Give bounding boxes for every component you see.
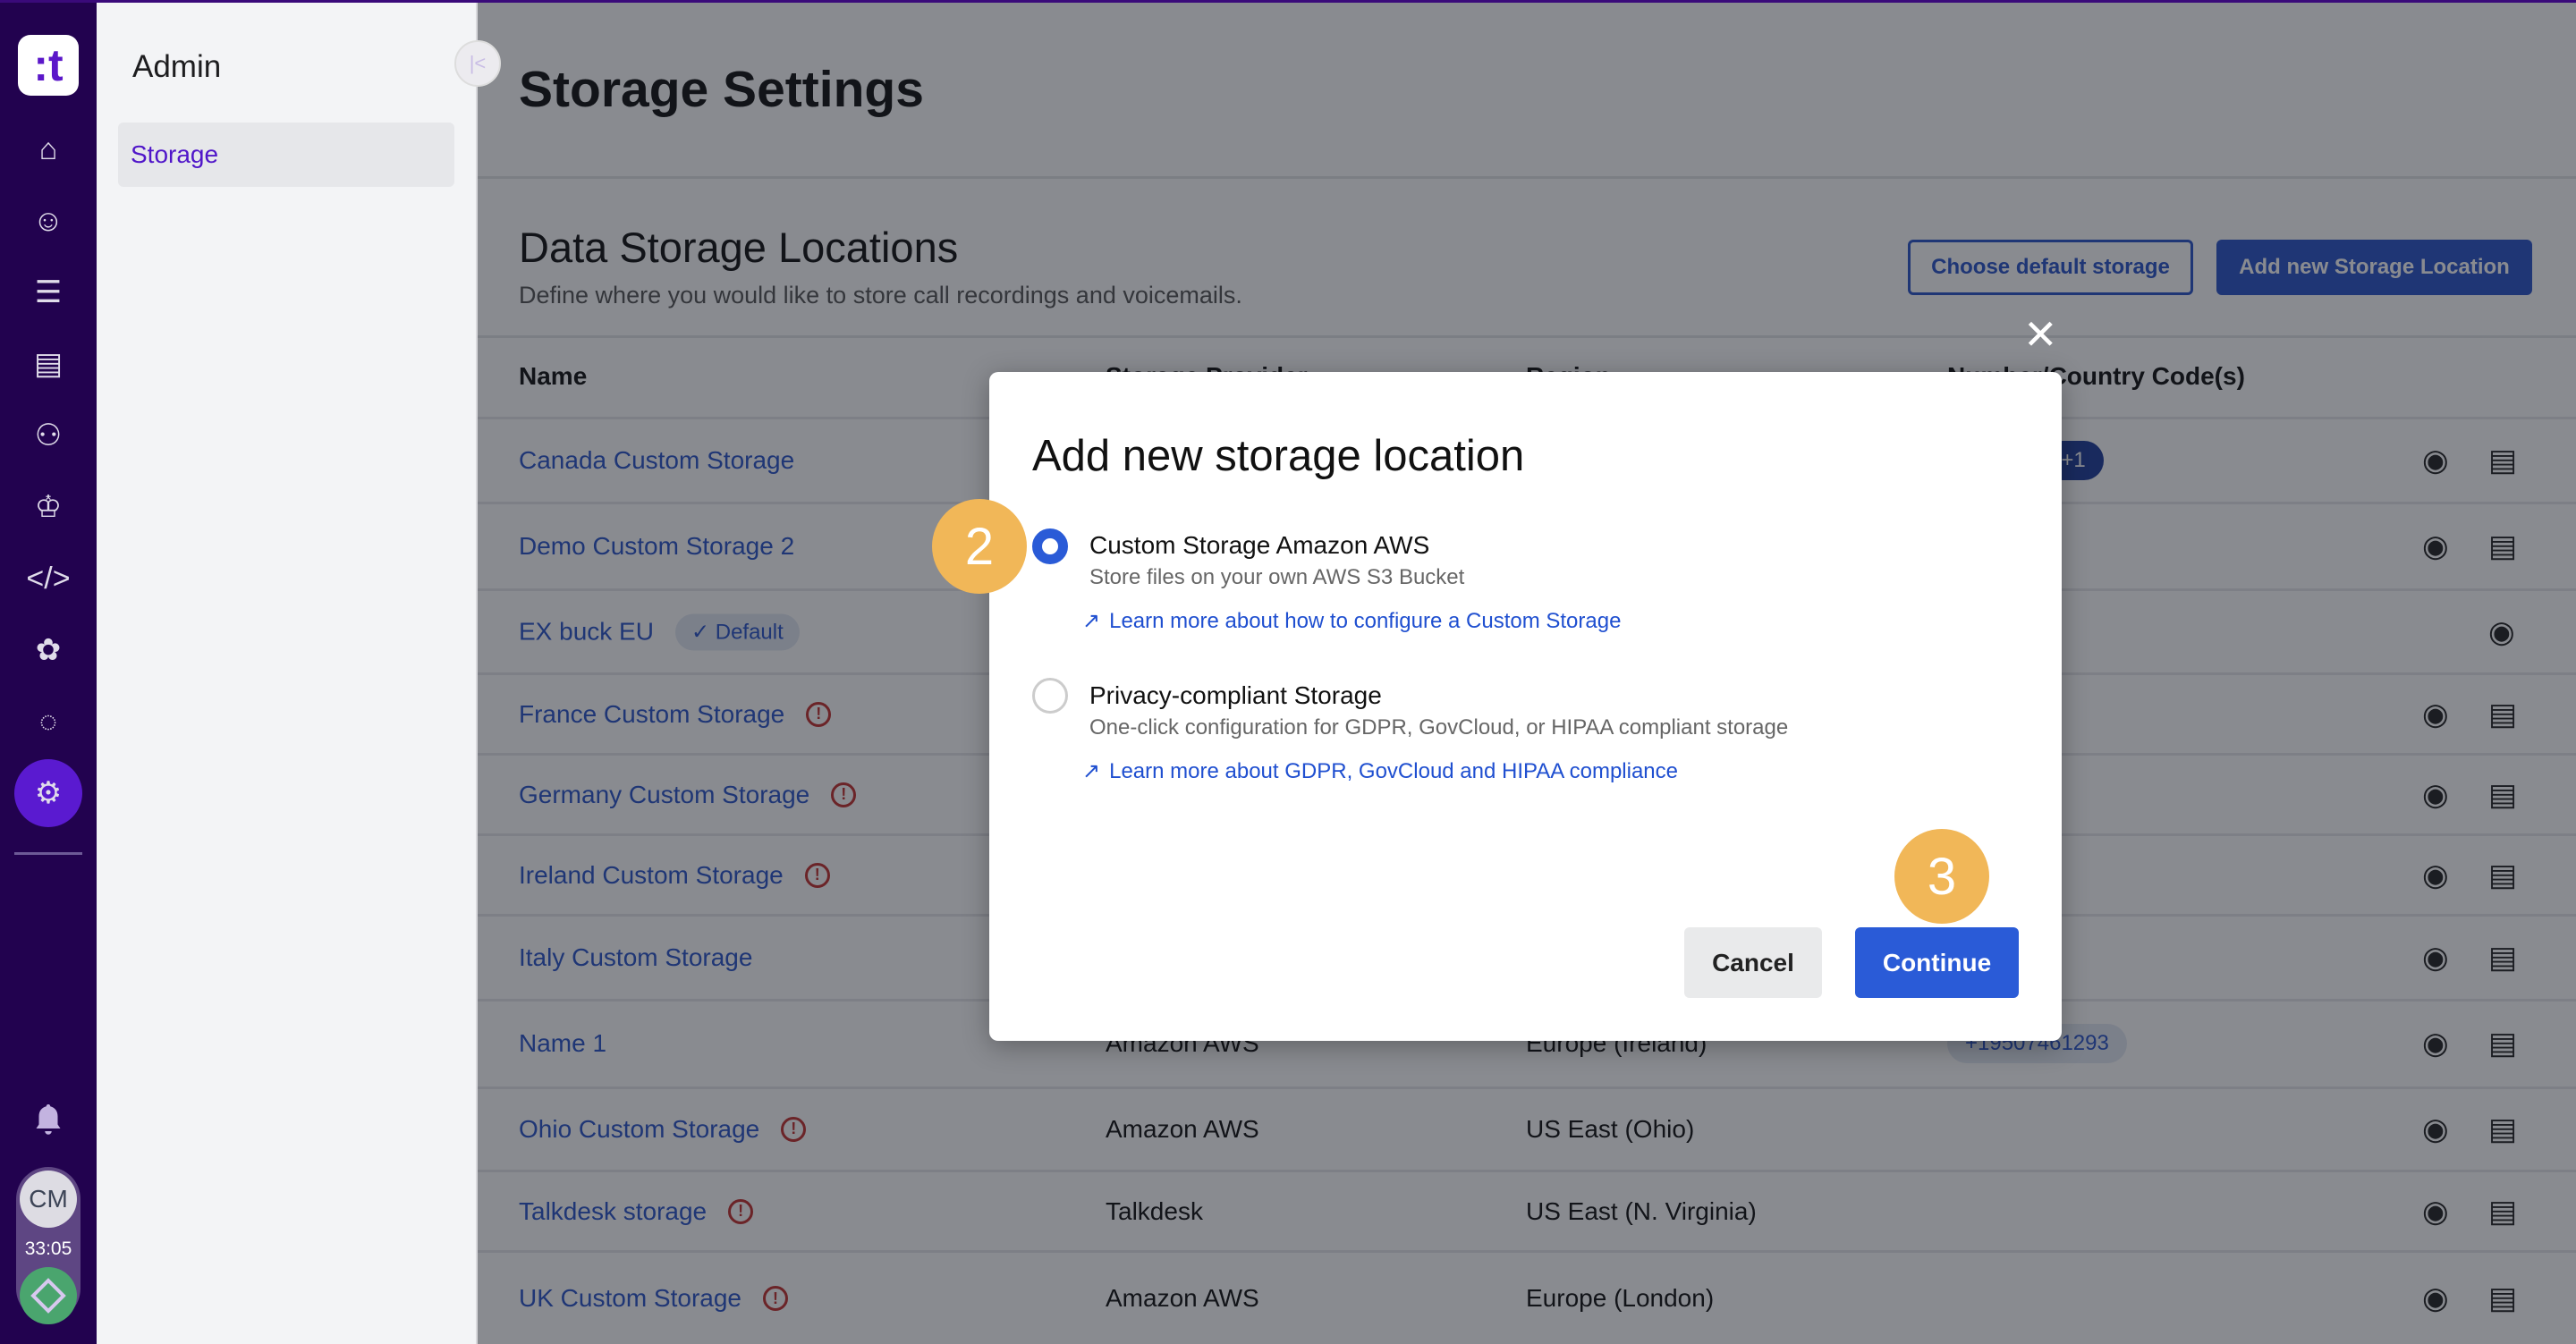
diamond-icon xyxy=(30,1278,66,1314)
clipboard-icon[interactable]: ▤ xyxy=(27,342,70,385)
talkdesk-logo[interactable]: :t xyxy=(18,35,79,96)
option-description: Store files on your own AWS S3 Bucket xyxy=(1089,565,1465,589)
admin-title: Admin xyxy=(132,49,222,84)
divider xyxy=(14,852,82,855)
agent-chat-icon[interactable]: ☺ xyxy=(27,199,70,242)
home-icon[interactable]: ⌂ xyxy=(27,128,70,171)
nav-rail: :t ⌂ ☺ ☰ ▤ ⚇ ♔ </> ✿ ◌ ⚙ CM 33:05 xyxy=(0,3,97,1344)
external-link-icon: ↗ xyxy=(1082,609,1101,633)
radio-custom-storage[interactable] xyxy=(1032,528,1068,564)
cancel-button[interactable]: Cancel xyxy=(1684,927,1822,998)
option-label[interactable]: Privacy-compliant Storage xyxy=(1089,681,1382,710)
trophy-icon[interactable]: ♔ xyxy=(27,486,70,528)
status-button[interactable] xyxy=(20,1267,77,1324)
link-text[interactable]: Learn more about GDPR, GovCloud and HIPA… xyxy=(1109,759,1678,784)
continue-button[interactable]: Continue xyxy=(1855,927,2019,998)
bell-icon[interactable] xyxy=(27,1099,70,1142)
close-icon[interactable]: ✕ xyxy=(2023,310,2058,359)
chat-bubble-icon[interactable]: ◌ xyxy=(27,700,70,743)
external-link-icon: ↗ xyxy=(1082,759,1101,783)
code-icon[interactable]: </> xyxy=(26,557,70,600)
step-annotation: 3 xyxy=(1894,829,1989,924)
sidebar-item-storage[interactable]: Storage xyxy=(118,123,454,187)
step-annotation: 2 xyxy=(932,499,1027,594)
add-storage-modal: Add new storage location Custom Storage … xyxy=(989,372,2062,1041)
users-icon[interactable]: ⚇ xyxy=(27,414,70,457)
learn-more-link[interactable]: ↗ Learn more about GDPR, GovCloud and HIP… xyxy=(1082,758,1678,784)
link-text[interactable]: Learn more about how to configure a Cust… xyxy=(1109,609,1621,634)
modal-title: Add new storage location xyxy=(1032,432,1525,480)
learn-more-link[interactable]: ↗ Learn more about how to configure a Cus… xyxy=(1082,608,1621,634)
session-timer: 33:05 xyxy=(24,1238,72,1259)
admin-sidebar: Admin Storage xyxy=(97,3,478,1344)
brain-icon[interactable]: ✿ xyxy=(27,629,70,672)
option-description: One-click configuration for GDPR, GovClo… xyxy=(1089,715,1789,740)
option-label[interactable]: Custom Storage Amazon AWS xyxy=(1089,531,1429,560)
collapse-icon: |< xyxy=(469,52,487,74)
avatar[interactable]: CM xyxy=(20,1171,77,1228)
settings-icon[interactable]: ⚙ xyxy=(14,759,82,827)
collapse-sidebar-button[interactable]: |< xyxy=(454,40,501,87)
radio-privacy-storage[interactable] xyxy=(1032,678,1068,714)
flows-icon[interactable]: ☰ xyxy=(27,271,70,314)
presence-widget: CM 33:05 xyxy=(16,1167,80,1324)
